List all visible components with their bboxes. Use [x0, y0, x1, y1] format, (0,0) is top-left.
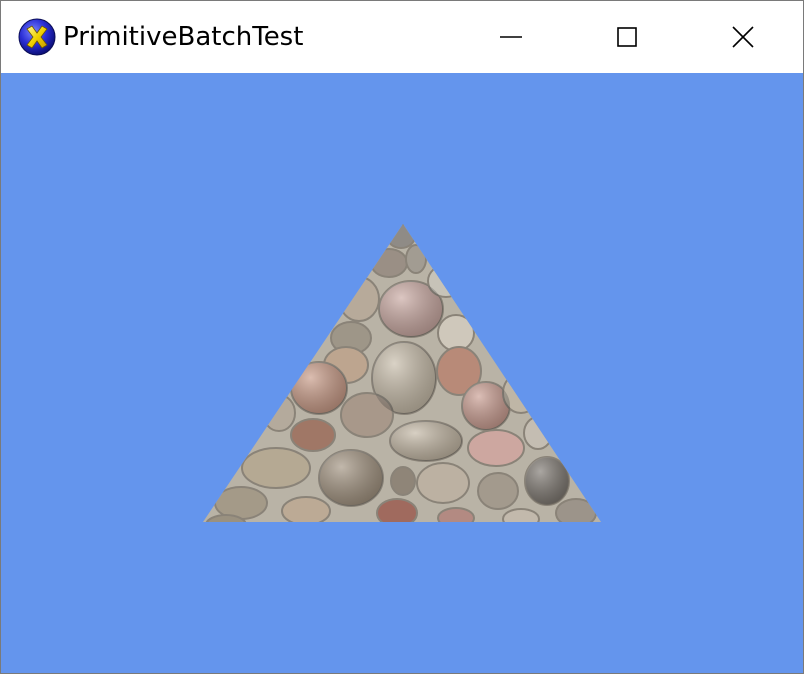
maximize-icon [617, 27, 637, 47]
xna-logo-icon[interactable] [18, 18, 56, 56]
game-viewport[interactable] [1, 73, 803, 673]
minimize-button[interactable] [453, 1, 569, 73]
maximize-button[interactable] [569, 1, 685, 73]
app-window: PrimitiveBatchTest [0, 0, 804, 674]
close-button[interactable] [685, 1, 801, 73]
close-icon [732, 26, 754, 48]
textured-triangle [203, 224, 601, 522]
title-bar[interactable]: PrimitiveBatchTest [1, 1, 803, 73]
minimize-icon [500, 36, 522, 38]
stone-wall-texture [203, 224, 601, 522]
window-title: PrimitiveBatchTest [63, 22, 304, 52]
